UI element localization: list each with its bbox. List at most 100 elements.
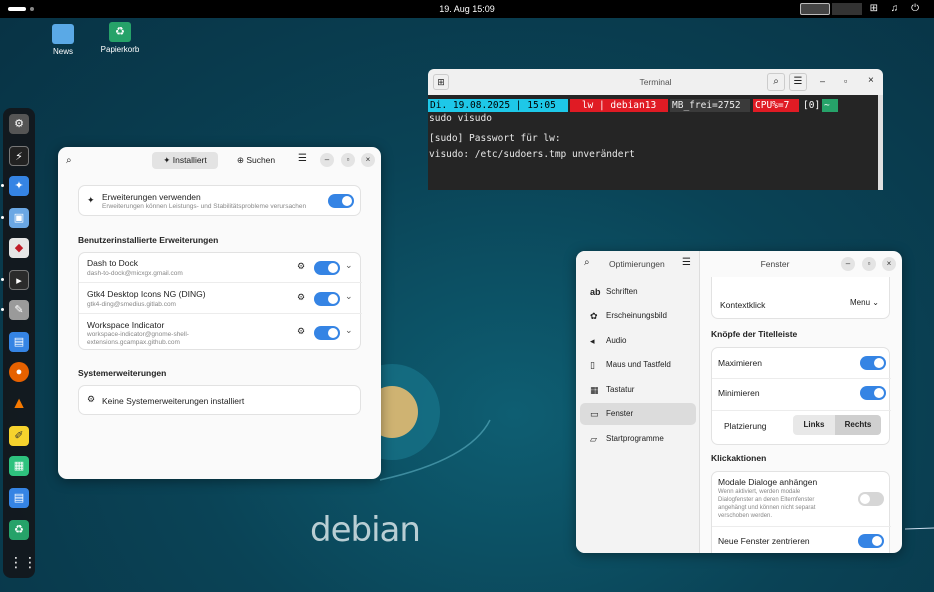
tab-installed[interactable]: ✦ Installiert [152,152,218,169]
terminal-body[interactable]: Di. 19.08.2025 | 15:05 lw | debian13 MB_… [428,95,878,190]
placement-right-button[interactable]: Rechts [835,415,881,435]
sidebar-item-fonts[interactable]: ab Schriften [580,281,696,303]
terminal-line: visudo: /etc/sudoers.tmp unverändert [429,149,635,160]
system-monitor-icon[interactable]: ⚡ [9,146,29,166]
software-icon[interactable]: ▣ [9,208,29,228]
chevron-down-icon[interactable]: ⌄ [345,260,353,271]
search-icon[interactable]: ⌕ [767,73,785,91]
search-icon[interactable]: ⌕ [66,155,72,166]
appearance-icon: ✿ [590,311,598,321]
system-extensions-empty: ⚙ Keine Systemerweiterungen installiert [78,385,361,415]
click-actions-list: Modale Dialoge anhängen Wenn aktiviert, … [711,471,891,553]
writer-icon[interactable]: ▤ [9,488,29,508]
search-icon[interactable]: ⌕ [584,257,590,268]
terminal-window: ⊞ Terminal ⌕ ☰ – ▫ × Di. 19.08.2025 | 15… [428,69,883,190]
gear-icon: ⚙ [87,394,96,404]
sidebar-item-keyboard[interactable]: ▦ Tastatur [580,379,696,401]
tweaks-window: ⌕ Optimierungen ☰ ab Schriften ✿ Erscheinu… [576,251,902,553]
page-title: Fenster [760,259,790,269]
terminal-line: [sudo] Passwort für lw: [429,133,561,144]
user-extensions-heading: Benutzerinstallierte Erweiterungen [78,235,219,245]
maximize-button[interactable]: ▫ [862,257,876,271]
menu-icon[interactable]: ☰ [298,153,307,164]
use-extensions-row: ✦ Erweiterungen verwenden Erweiterungen … [78,185,361,216]
extension-toggle[interactable] [314,292,340,306]
close-button[interactable]: × [882,257,896,271]
prompt-dir: ~ [822,99,838,112]
vlc-icon[interactable]: ▲ [9,394,29,414]
titlebar-buttons-heading: Knöpfe der Titelleiste [711,329,798,339]
globe-icon: ⊕ [236,155,247,165]
system-extensions-heading: Systemerweiterungen [78,368,167,378]
maximize-toggle[interactable] [860,356,886,370]
row-subtitle: Erweiterungen können Leistungs- und Stab… [102,203,307,210]
minimize-toggle[interactable] [860,386,886,400]
close-button[interactable]: × [868,75,874,86]
prompt-jobs: [0] [803,100,821,111]
maximize-button[interactable]: ▫ [844,76,847,86]
use-extensions-toggle[interactable] [328,194,354,208]
sidebar-item-audio[interactable]: ◂ Audio [580,330,696,352]
tab-search[interactable]: ⊕ Suchen [226,152,286,169]
calc-icon[interactable]: ▦ [9,456,29,476]
menu-icon[interactable]: ☰ [682,257,691,268]
gear-icon[interactable]: ⚙ [297,292,305,303]
gear-icon[interactable]: ⚙ [297,261,305,272]
minimize-button[interactable]: – [820,76,825,86]
titlebar-buttons-list: Maximieren Minimieren Platzierung Links … [711,347,891,445]
font-icon: ab [590,287,601,297]
user-extensions-list: Dash to Dock dash-to-dock@micxgx.gmail.c… [78,252,362,350]
center-windows-toggle[interactable] [858,534,884,548]
app-grid-icon[interactable]: ⋮⋮ [9,552,37,572]
sidebar-title: Optimierungen [609,259,665,269]
context-click-row: Kontextklick Menu ⌄ [711,277,890,319]
debian-watermark: debian [310,510,421,550]
minimize-button[interactable]: – [841,257,855,271]
keyboard-icon: ▦ [590,385,599,395]
row-title: Erweiterungen verwenden [102,192,201,202]
gear-icon[interactable]: ⚙ [297,326,305,337]
extensions-icon: ✦ [163,155,173,165]
extensions-icon[interactable]: ✦ [9,176,29,196]
maximize-button[interactable]: ▫ [341,153,355,167]
audio-icon: ◂ [590,336,595,346]
extensions-window: ⌕ ✦ Installiert ⊕ Suchen ☰ – ▫ × ✦ Erwei… [58,147,381,479]
close-button[interactable]: × [361,153,375,167]
list-item: Workspace Indicator workspace-indicator@… [87,320,353,346]
trash-icon[interactable]: ♻ [9,520,29,540]
menu-icon[interactable]: ☰ [789,73,807,91]
text-editor-icon[interactable]: ✐ [9,426,29,446]
prompt-user: lw | debian13 [570,99,668,112]
sidebar-item-appearance[interactable]: ✿ Erscheinungsbild [580,305,696,327]
sidebar-item-windows[interactable]: ▭ Fenster [580,403,696,425]
extension-toggle[interactable] [314,261,340,275]
click-actions-heading: Klickaktionen [711,453,767,463]
extensions-icon: ✦ [87,195,95,205]
files-icon[interactable]: ▤ [9,332,29,352]
firefox-icon[interactable]: ● [9,362,29,382]
tools-icon[interactable]: ✎ [9,300,29,320]
context-click-dropdown[interactable]: Menu ⌄ [850,298,879,307]
window-icon: ▭ [590,409,599,419]
minimize-button[interactable]: – [320,153,334,167]
settings-icon[interactable]: ⚙ [9,114,29,134]
dock: ⚙ ⚡ ✦ ▣ ◆ ▸ ✎ ▤ ● ▲ ✐ ▦ ▤ ♻ ⋮⋮ [1,108,37,578]
window-title: Terminal [639,77,672,87]
list-item: Dash to Dock dash-to-dock@micxgx.gmail.c… [79,253,362,283]
tweaks-sidebar: ⌕ Optimierungen ☰ ab Schriften ✿ Erscheinu… [576,251,700,553]
terminal-scrollbar[interactable] [878,95,883,190]
modal-dialogs-toggle[interactable] [858,492,884,506]
sidebar-item-mouse[interactable]: ▯ Maus und Tastfeld [580,354,696,376]
extension-toggle[interactable] [314,326,340,340]
tweaks-content: Kontextklick Menu ⌄ Knöpfe der Titelleis… [701,277,902,553]
sidebar-item-startup[interactable]: ▱ Startprogramme [580,428,696,450]
shop-icon[interactable]: ◆ [9,238,29,258]
terminal-icon[interactable]: ▸ [9,270,29,290]
placement-left-button[interactable]: Links [793,415,835,435]
prompt-cpu: CPU%=7 [753,99,799,112]
mouse-icon: ▯ [590,360,595,370]
list-item: Gtk4 Desktop Icons NG (DING) gtk4-ding@s… [79,284,362,314]
chevron-down-icon[interactable]: ⌄ [345,291,353,302]
chevron-down-icon: ⌄ [872,298,879,307]
chevron-down-icon[interactable]: ⌄ [345,325,353,336]
